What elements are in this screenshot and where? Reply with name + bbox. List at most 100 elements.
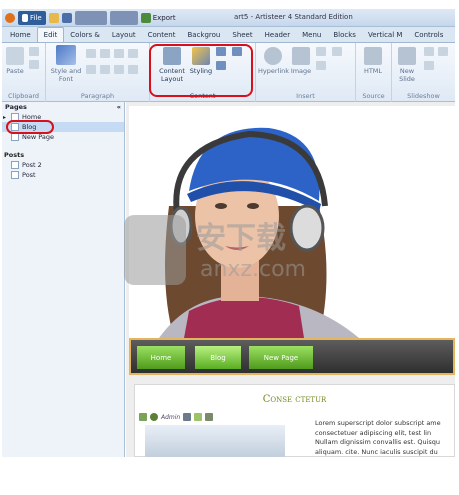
post-icon xyxy=(11,171,19,179)
tab-header[interactable]: Header xyxy=(259,27,297,42)
tab-sheet[interactable]: Sheet xyxy=(226,27,258,42)
image-icon xyxy=(292,47,310,65)
html-button[interactable]: HTML xyxy=(360,47,386,75)
style-font-label: Style and Font xyxy=(50,67,82,83)
pages-panel: Pages « ▸ Home Blog New Page Posts Post 2 … xyxy=(2,102,125,457)
tab-vertical-m[interactable]: Vertical M xyxy=(362,27,408,42)
symbol-icon[interactable] xyxy=(332,47,342,56)
hyperlink-label: Hyperlink xyxy=(258,67,290,75)
watermark-shield-icon xyxy=(124,215,186,285)
insert-group-label: Insert xyxy=(296,92,315,100)
export-button[interactable]: Export xyxy=(140,11,176,25)
paragraph-group-label: Paragraph xyxy=(80,92,115,100)
post-text[interactable]: Lorem superscript dolor subscript ame co… xyxy=(315,419,455,457)
author-icon xyxy=(150,413,158,421)
new-slide-button[interactable]: New Slide xyxy=(394,47,420,83)
shape-icon[interactable] xyxy=(316,47,326,56)
blog-item-highlight xyxy=(6,120,54,134)
email-icon xyxy=(194,413,203,421)
preview-post[interactable]: Conse ctetur Admin Lorem superscript dol… xyxy=(134,384,455,457)
pages-label: Pages xyxy=(5,103,27,111)
preview-button[interactable] xyxy=(74,10,107,25)
slideshow-group: New Slide Slideshow xyxy=(392,43,455,102)
paste-button[interactable]: Paste xyxy=(4,47,26,75)
tab-menu[interactable]: Menu xyxy=(296,27,327,42)
slide-next-icon[interactable] xyxy=(438,47,448,56)
outdent-icon[interactable] xyxy=(128,49,138,58)
open-button[interactable] xyxy=(48,11,59,25)
align-left-icon[interactable] xyxy=(86,65,96,74)
tab-content[interactable]: Content xyxy=(142,27,182,42)
image-label: Image xyxy=(290,67,312,75)
html-label: HTML xyxy=(363,67,383,75)
ribbon: Paste Clipboard Style and Font Paragraph… xyxy=(2,43,455,102)
source-group: HTML Source xyxy=(356,43,392,102)
clipboard-group-label: Clipboard xyxy=(7,92,40,100)
file-label: File xyxy=(30,13,42,22)
preview-menu-bar[interactable]: Home Blog New Page xyxy=(129,338,455,375)
slide-delete-icon[interactable] xyxy=(424,61,434,70)
hyperlink-icon xyxy=(264,47,282,65)
app-logo-icon xyxy=(5,12,15,23)
save-button[interactable] xyxy=(61,11,72,25)
save-icon xyxy=(61,12,72,23)
slideshow-group-label: Slideshow xyxy=(407,92,440,100)
bullet-list-icon[interactable] xyxy=(86,49,96,58)
copy-icon[interactable] xyxy=(29,60,39,69)
tab-blocks[interactable]: Blocks xyxy=(327,27,362,42)
hyperlink-button[interactable]: Hyperlink xyxy=(258,47,290,75)
tab-footer[interactable]: Footer xyxy=(449,27,455,42)
post-icon xyxy=(11,161,19,169)
preview-menu-new-page[interactable]: New Page xyxy=(249,346,313,369)
watermark-sub: anxz.com xyxy=(200,257,306,282)
paragraph-group: Style and Font Paragraph xyxy=(46,43,150,102)
tab-backgrou[interactable]: Backgrou xyxy=(181,27,226,42)
tab-controls[interactable]: Controls xyxy=(408,27,449,42)
insert-group: Hyperlink Image Insert xyxy=(256,43,356,102)
publish-button[interactable] xyxy=(109,10,138,25)
new-slide-icon xyxy=(398,47,416,65)
app-window: File Export art5 - Artisteer 4 Standard … xyxy=(2,9,455,457)
tab-layout[interactable]: Layout xyxy=(106,27,142,42)
folder-icon xyxy=(48,12,59,23)
edit-icon xyxy=(205,413,214,421)
page-label: New Page xyxy=(22,133,54,141)
image-button[interactable]: Image xyxy=(290,47,312,75)
tab-home[interactable]: Home xyxy=(4,27,37,42)
post-text-line: Lorem superscript dolor subscript ame xyxy=(315,419,441,427)
watermark-text: 安下载 xyxy=(196,221,286,256)
export-icon xyxy=(140,12,151,23)
tab-edit[interactable]: Edit xyxy=(36,27,65,42)
export-label: Export xyxy=(152,13,176,22)
preview-menu-blog[interactable]: Blog xyxy=(195,346,241,369)
media-icon[interactable] xyxy=(316,61,326,70)
align-right-icon[interactable] xyxy=(114,65,124,74)
paste-label: Paste xyxy=(6,67,24,75)
paste-icon xyxy=(6,47,24,65)
collapse-panel-button[interactable]: « xyxy=(117,103,121,111)
style-font-button[interactable]: Style and Font xyxy=(50,45,82,83)
content-group-highlight xyxy=(149,44,253,97)
justify-icon[interactable] xyxy=(128,65,138,74)
style-font-icon xyxy=(56,45,76,65)
app-menu-button[interactable] xyxy=(5,11,15,25)
html-icon xyxy=(364,47,382,65)
page-icon xyxy=(11,133,19,141)
indent-icon[interactable] xyxy=(114,49,124,58)
post-author[interactable]: Admin xyxy=(161,414,180,421)
preview-menu-home[interactable]: Home xyxy=(137,346,185,369)
cut-icon[interactable] xyxy=(29,47,39,56)
numbered-list-icon[interactable] xyxy=(100,49,110,58)
tab-colors[interactable]: Colors & xyxy=(64,27,106,42)
post-image[interactable] xyxy=(145,425,285,457)
ribbon-tabs: Home Edit Colors & Layout Content Backgrou She… xyxy=(2,27,455,43)
file-menu-button[interactable]: File xyxy=(18,10,46,25)
slide-prev-icon[interactable] xyxy=(424,47,434,56)
post-item-post[interactable]: Post xyxy=(2,170,124,180)
align-center-icon[interactable] xyxy=(100,65,110,74)
clipboard-group: Paste Clipboard xyxy=(2,43,46,102)
post-text-line: consectetuer adipiscing elit, test lin xyxy=(315,428,432,437)
page-item-blog[interactable]: Blog xyxy=(2,120,124,134)
post-item-post-2[interactable]: Post 2 xyxy=(2,160,124,170)
post-title[interactable]: Conse ctetur xyxy=(135,394,454,405)
